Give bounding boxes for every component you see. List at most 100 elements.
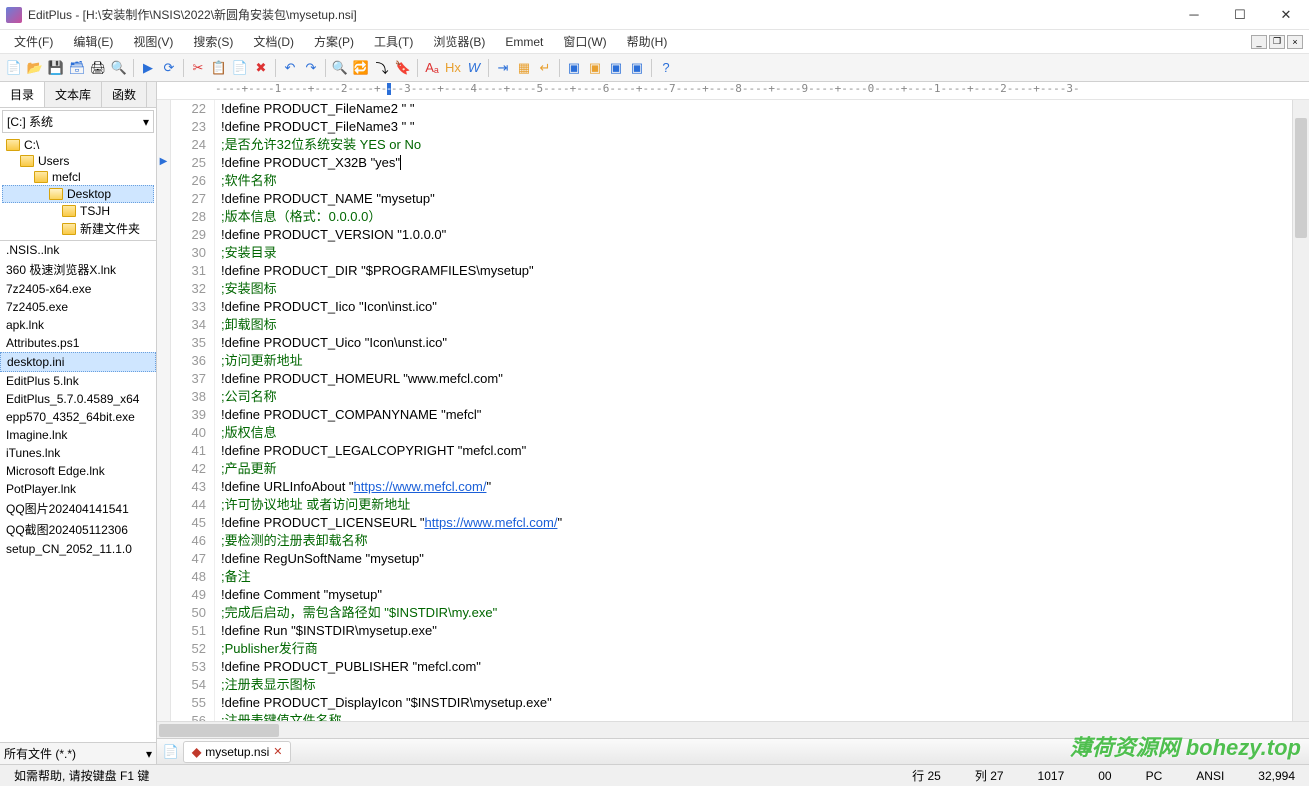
code-line[interactable]: !define PRODUCT_DisplayIcon "$INSTDIR\my… — [221, 694, 1292, 712]
code-line[interactable]: ;注册表显示图标 — [221, 676, 1292, 694]
code-line[interactable]: ;版权信息 — [221, 424, 1292, 442]
file-item[interactable]: QQ图片202404141541 — [0, 498, 156, 519]
file-item[interactable]: 7z2405-x64.exe — [0, 280, 156, 298]
code-line[interactable]: !define PRODUCT_PUBLISHER "mefcl.com" — [221, 658, 1292, 676]
file-list[interactable]: .NSIS..lnk360 极速浏览器X.lnk7z2405-x64.exe7z… — [0, 241, 156, 742]
code-line[interactable]: !define PRODUCT_NAME "mysetup" — [221, 190, 1292, 208]
folder-item[interactable]: 新建文件夹 — [2, 219, 154, 238]
drive-select[interactable]: [C:] 系统▾ — [2, 110, 154, 133]
word-icon[interactable]: W — [464, 58, 484, 78]
folder-item[interactable]: Users — [2, 153, 154, 169]
file-item[interactable]: EditPlus 5.lnk — [0, 372, 156, 390]
file-item[interactable]: Microsoft Edge.lnk — [0, 462, 156, 480]
print-icon[interactable]: 🖨 — [88, 58, 108, 78]
code-line[interactable]: !define RegUnSoftName "mysetup" — [221, 550, 1292, 568]
folder-item[interactable]: mefcl — [2, 169, 154, 185]
code-line[interactable]: !define PRODUCT_Uico "Icon\unst.ico" — [221, 334, 1292, 352]
mdi-restore[interactable]: ❐ — [1269, 35, 1285, 49]
cut-icon[interactable]: ✂ — [188, 58, 208, 78]
panel4-icon[interactable]: ▣ — [627, 58, 647, 78]
code-line[interactable]: ;要检测的注册表卸载名称 — [221, 532, 1292, 550]
copy-icon[interactable]: 📋 — [209, 58, 229, 78]
panel2-icon[interactable]: ▣ — [585, 58, 605, 78]
tab-list-icon[interactable]: 📄 — [161, 742, 181, 762]
mdi-close[interactable]: × — [1287, 35, 1303, 49]
align-icon[interactable]: ▦ — [514, 58, 534, 78]
file-item[interactable]: .NSIS..lnk — [0, 241, 156, 259]
undo-icon[interactable]: ↶ — [280, 58, 300, 78]
code-line[interactable]: ;版本信息（格式：0.0.0.0） — [221, 208, 1292, 226]
run-icon[interactable]: ▶ — [138, 58, 158, 78]
file-item[interactable]: 7z2405.exe — [0, 298, 156, 316]
file-item[interactable]: Attributes.ps1 — [0, 334, 156, 352]
menu-视图[interactable]: 视图(V) — [125, 31, 181, 52]
folder-item[interactable]: Desktop — [2, 185, 154, 203]
code-line[interactable]: ;安装目录 — [221, 244, 1292, 262]
code-line[interactable]: ;访问更新地址 — [221, 352, 1292, 370]
file-filter[interactable]: 所有文件 (*.*)▾ — [0, 742, 156, 764]
new-icon[interactable]: 📄 — [4, 58, 24, 78]
code-line[interactable]: ;许可协议地址 或者访问更新地址 — [221, 496, 1292, 514]
url-link[interactable]: https://www.mefcl.com/ — [425, 515, 558, 530]
side-tab[interactable]: 目录 — [0, 82, 45, 107]
code-line[interactable]: !define PRODUCT_FileName2 " " — [221, 100, 1292, 118]
code-line[interactable]: ;是否允许32位系统安装 YES or No — [221, 136, 1292, 154]
scroll-thumb[interactable] — [159, 724, 279, 737]
file-item[interactable]: 360 极速浏览器X.lnk — [0, 259, 156, 280]
wrap-icon[interactable]: ↵ — [535, 58, 555, 78]
minimize-button[interactable]: ─ — [1171, 0, 1217, 30]
code-editor[interactable]: ▶ 22232425262728293031323334353637383940… — [157, 100, 1309, 721]
menu-工具[interactable]: 工具(T) — [366, 31, 421, 52]
folder-tree[interactable]: C:\UsersmefclDesktopTSJH新建文件夹 — [0, 135, 156, 241]
code-line[interactable]: ;产品更新 — [221, 460, 1292, 478]
code-line[interactable]: ;公司名称 — [221, 388, 1292, 406]
menu-编辑[interactable]: 编辑(E) — [65, 31, 121, 52]
mdi-minimize[interactable]: _ — [1251, 35, 1267, 49]
file-item[interactable]: PotPlayer.lnk — [0, 480, 156, 498]
code-line[interactable]: ;安装图标 — [221, 280, 1292, 298]
close-tab-icon[interactable]: ✕ — [273, 745, 282, 758]
menu-方案[interactable]: 方案(P) — [306, 31, 362, 52]
menu-文档[interactable]: 文档(D) — [245, 31, 302, 52]
code-line[interactable]: !define PRODUCT_DIR "$PROGRAMFILES\myset… — [221, 262, 1292, 280]
file-item[interactable]: QQ截图202405112306 — [0, 519, 156, 540]
save-icon[interactable]: 💾 — [46, 58, 66, 78]
code-line[interactable]: !define PRODUCT_COMPANYNAME "mefcl" — [221, 406, 1292, 424]
code-line[interactable]: !define PRODUCT_LICENSEURL "https://www.… — [221, 514, 1292, 532]
code-line[interactable]: !define PRODUCT_X32B "yes" — [221, 154, 1292, 172]
code-line[interactable]: ;备注 — [221, 568, 1292, 586]
menu-文件[interactable]: 文件(F) — [6, 31, 61, 52]
code-line[interactable]: !define URLInfoAbout "https://www.mefcl.… — [221, 478, 1292, 496]
code-line[interactable]: !define Comment "mysetup" — [221, 586, 1292, 604]
horizontal-scrollbar[interactable] — [157, 721, 1309, 738]
preview-icon[interactable]: 🔍 — [109, 58, 129, 78]
menu-帮助[interactable]: 帮助(H) — [619, 31, 676, 52]
side-tab[interactable]: 文本库 — [45, 82, 102, 107]
menu-浏览器[interactable]: 浏览器(B) — [425, 31, 493, 52]
panel3-icon[interactable]: ▣ — [606, 58, 626, 78]
file-item[interactable]: iTunes.lnk — [0, 444, 156, 462]
close-button[interactable]: ✕ — [1263, 0, 1309, 30]
side-tab[interactable]: 函数 — [102, 82, 147, 107]
menu-窗口[interactable]: 窗口(W) — [555, 31, 614, 52]
panel1-icon[interactable]: ▣ — [564, 58, 584, 78]
file-item[interactable]: epp570_4352_64bit.exe — [0, 408, 156, 426]
browser-icon[interactable]: ⟳ — [159, 58, 179, 78]
code-line[interactable]: ;完成后启动，需包含路径如 "$INSTDIR\my.exe" — [221, 604, 1292, 622]
code-line[interactable]: !define PRODUCT_VERSION "1.0.0.0" — [221, 226, 1292, 244]
menu-emmet[interactable]: Emmet — [497, 33, 551, 51]
code-line[interactable]: !define PRODUCT_FileName3 " " — [221, 118, 1292, 136]
code-line[interactable]: ;软件名称 — [221, 172, 1292, 190]
goto-icon[interactable]: ⤵ — [372, 58, 392, 78]
file-item[interactable]: Imagine.lnk — [0, 426, 156, 444]
indent-icon[interactable]: ⇥ — [493, 58, 513, 78]
font-icon[interactable]: Aₐ — [422, 58, 442, 78]
folder-item[interactable]: C:\ — [2, 137, 154, 153]
paste-icon[interactable]: 📄 — [230, 58, 250, 78]
code-line[interactable]: ;Publisher发行商 — [221, 640, 1292, 658]
delete-icon[interactable]: ✖ — [251, 58, 271, 78]
code-line[interactable]: !define PRODUCT_LEGALCOPYRIGHT "mefcl.co… — [221, 442, 1292, 460]
folder-item[interactable]: TSJH — [2, 203, 154, 219]
scroll-thumb[interactable] — [1295, 118, 1307, 238]
code-line[interactable]: !define PRODUCT_HOMEURL "www.mefcl.com" — [221, 370, 1292, 388]
